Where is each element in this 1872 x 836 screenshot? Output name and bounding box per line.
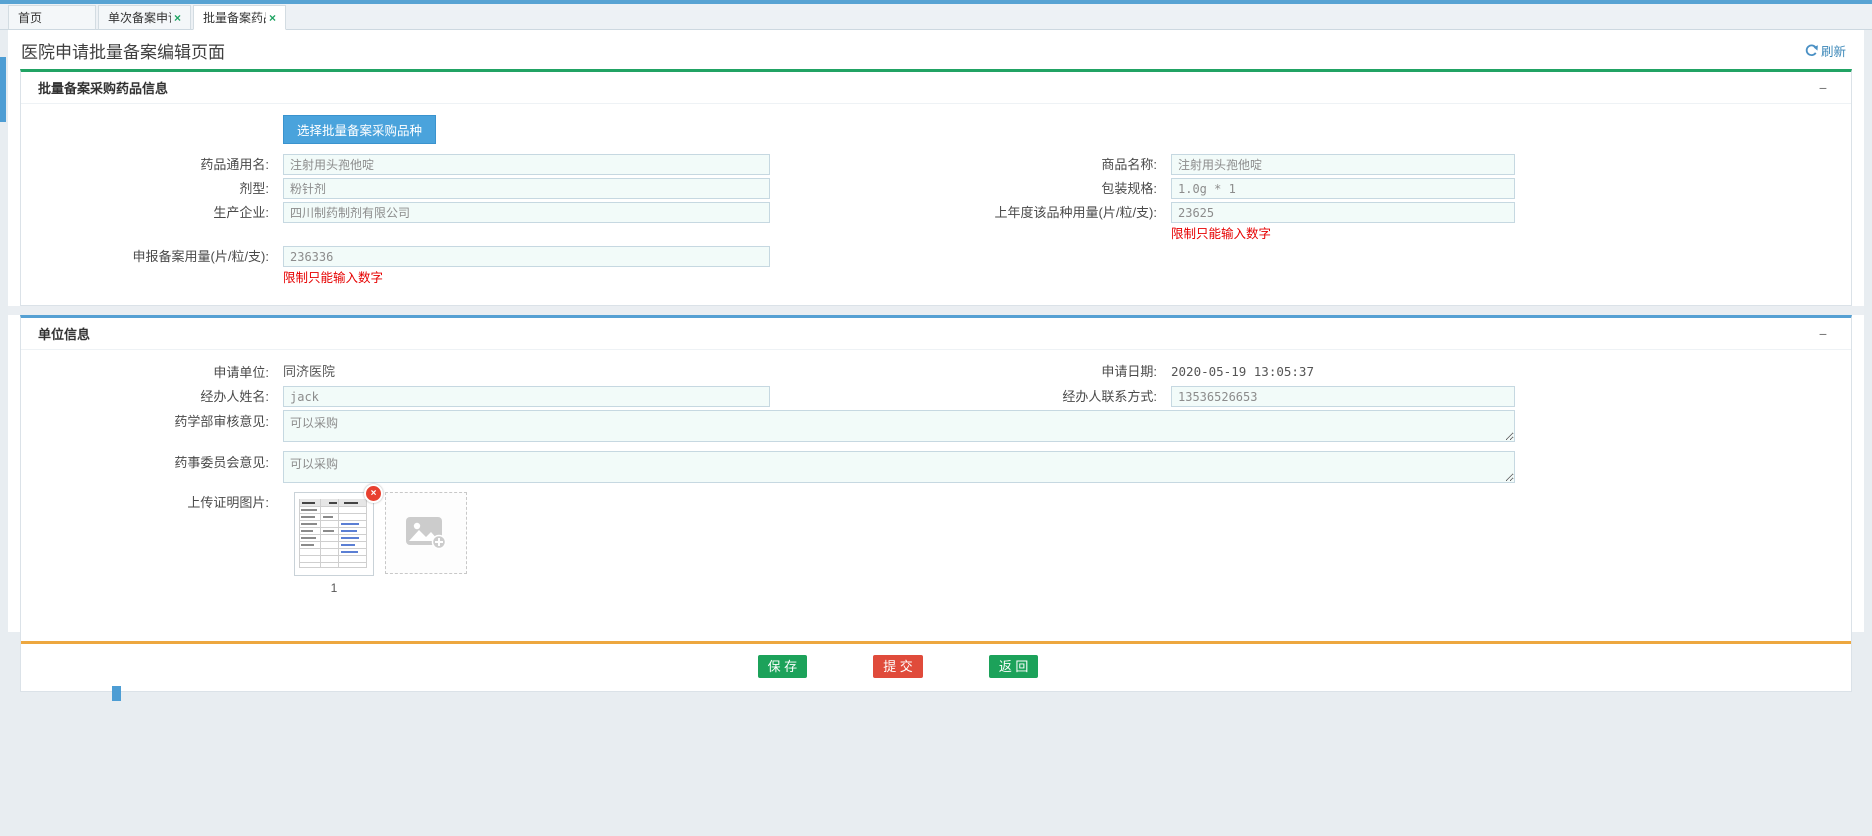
committee-opinion-label: 药事委员会意见: — [21, 451, 277, 470]
unit-info-panel: 单位信息 − 申请单位: 同济医院 申请日期: 2020-05-19 13:05… — [20, 315, 1852, 692]
agent-contact-label: 经办人联系方式: — [789, 386, 1165, 407]
tab-label: 首页 — [18, 9, 86, 26]
tab-label: 单次备案申请页 — [108, 9, 171, 26]
refresh-label: 刷新 — [1821, 41, 1846, 60]
back-button[interactable]: 返 回 — [989, 655, 1039, 678]
declared-usage-input[interactable] — [283, 246, 770, 267]
panel-gap — [8, 306, 1864, 315]
collapse-minus-icon[interactable]: − — [1811, 326, 1835, 342]
main-content: 医院申请批量备案编辑页面 刷新 批量备案采购药品信息 − 选择批量备案采购品种 … — [8, 30, 1864, 632]
tab-bar: 首页 单次备案申请页 × 批量备案药品页 × — [0, 4, 1872, 30]
apply-date-label: 申请日期: — [789, 361, 1165, 382]
tab-home[interactable]: 首页 — [8, 5, 96, 30]
declared-usage-label: 申报备案用量(片/粒/支): — [21, 246, 277, 267]
unit-panel-header: 单位信息 − — [21, 318, 1851, 350]
drug-form: 选择批量备案采购品种 药品通用名: 商品名称: 剂型: 包装规格: — [21, 104, 1851, 305]
select-variety-button[interactable]: 选择批量备案采购品种 — [283, 115, 436, 144]
agent-contact-input[interactable] — [1171, 386, 1515, 407]
last-year-usage-input[interactable] — [1171, 202, 1515, 223]
tab-close-icon[interactable]: × — [269, 11, 276, 25]
collapse-minus-icon[interactable]: − — [1811, 80, 1835, 96]
certificate-table-image — [296, 494, 370, 572]
drug-panel-title: 批量备案采购药品信息 — [38, 78, 168, 97]
unit-panel-title: 单位信息 — [38, 324, 90, 343]
package-spec-label: 包装规格: — [789, 178, 1165, 199]
tab-single-record[interactable]: 单次备案申请页 × — [98, 5, 191, 30]
image-index: 1 — [294, 581, 374, 595]
apply-date-value: 2020-05-19 13:05:37 — [1171, 364, 1314, 379]
generic-name-label: 药品通用名: — [21, 154, 277, 175]
image-add-icon — [405, 516, 447, 550]
package-spec-input[interactable] — [1171, 178, 1515, 199]
thumbnail-list: × 1 — [294, 492, 467, 595]
tab-label: 批量备案药品页 — [203, 9, 266, 26]
apply-unit-label: 申请单位: — [21, 362, 277, 383]
dosage-form-input[interactable] — [283, 178, 770, 199]
unit-form: 申请单位: 同济医院 申请日期: 2020-05-19 13:05:37 经办人… — [21, 350, 1851, 613]
drug-info-panel: 批量备案采购药品信息 − 选择批量备案采购品种 药品通用名: 商品名称: 剂型: — [20, 69, 1852, 306]
refresh-icon — [1805, 44, 1818, 57]
footer-buttons: 保 存 提 交 返 回 — [21, 644, 1851, 691]
pharmacy-opinion-label: 药学部审核意见: — [21, 410, 277, 429]
manufacturer-input[interactable] — [283, 202, 770, 223]
last-year-usage-hint: 限制只能输入数字 — [1171, 226, 1271, 243]
last-year-usage-label: 上年度该品种用量(片/粒/支): — [789, 202, 1165, 223]
bottom-scrollbar-fragment — [112, 686, 121, 701]
drug-panel-header: 批量备案采购药品信息 − — [21, 72, 1851, 104]
agent-name-input[interactable] — [283, 386, 770, 407]
committee-opinion-textarea[interactable]: 可以采购 — [283, 451, 1515, 483]
tab-close-icon[interactable]: × — [174, 11, 181, 25]
upload-images-label: 上传证明图片: — [21, 492, 277, 513]
agent-name-label: 经办人姓名: — [21, 386, 277, 407]
manufacturer-label: 生产企业: — [21, 202, 277, 223]
pharmacy-opinion-textarea[interactable]: 可以采购 — [283, 410, 1515, 442]
tab-batch-record[interactable]: 批量备案药品页 × — [193, 5, 286, 30]
certificate-thumbnail[interactable] — [294, 492, 374, 576]
delete-image-button[interactable]: × — [364, 484, 383, 503]
product-name-input[interactable] — [1171, 154, 1515, 175]
page-header: 医院申请批量备案编辑页面 刷新 — [8, 30, 1864, 69]
refresh-button[interactable]: 刷新 — [1805, 41, 1846, 60]
apply-unit-value: 同济医院 — [283, 361, 335, 383]
dosage-form-label: 剂型: — [21, 178, 277, 199]
delete-icon: × — [371, 488, 377, 499]
left-scrollbar-fragment — [0, 57, 6, 122]
generic-name-input[interactable] — [283, 154, 770, 175]
product-name-label: 商品名称: — [789, 154, 1165, 175]
declared-usage-hint: 限制只能输入数字 — [283, 270, 383, 287]
submit-button[interactable]: 提 交 — [873, 655, 923, 678]
add-image-placeholder[interactable] — [385, 492, 467, 574]
save-button[interactable]: 保 存 — [758, 655, 808, 678]
page-title: 医院申请批量备案编辑页面 — [21, 38, 225, 63]
uploaded-image-item: × 1 — [294, 492, 374, 595]
